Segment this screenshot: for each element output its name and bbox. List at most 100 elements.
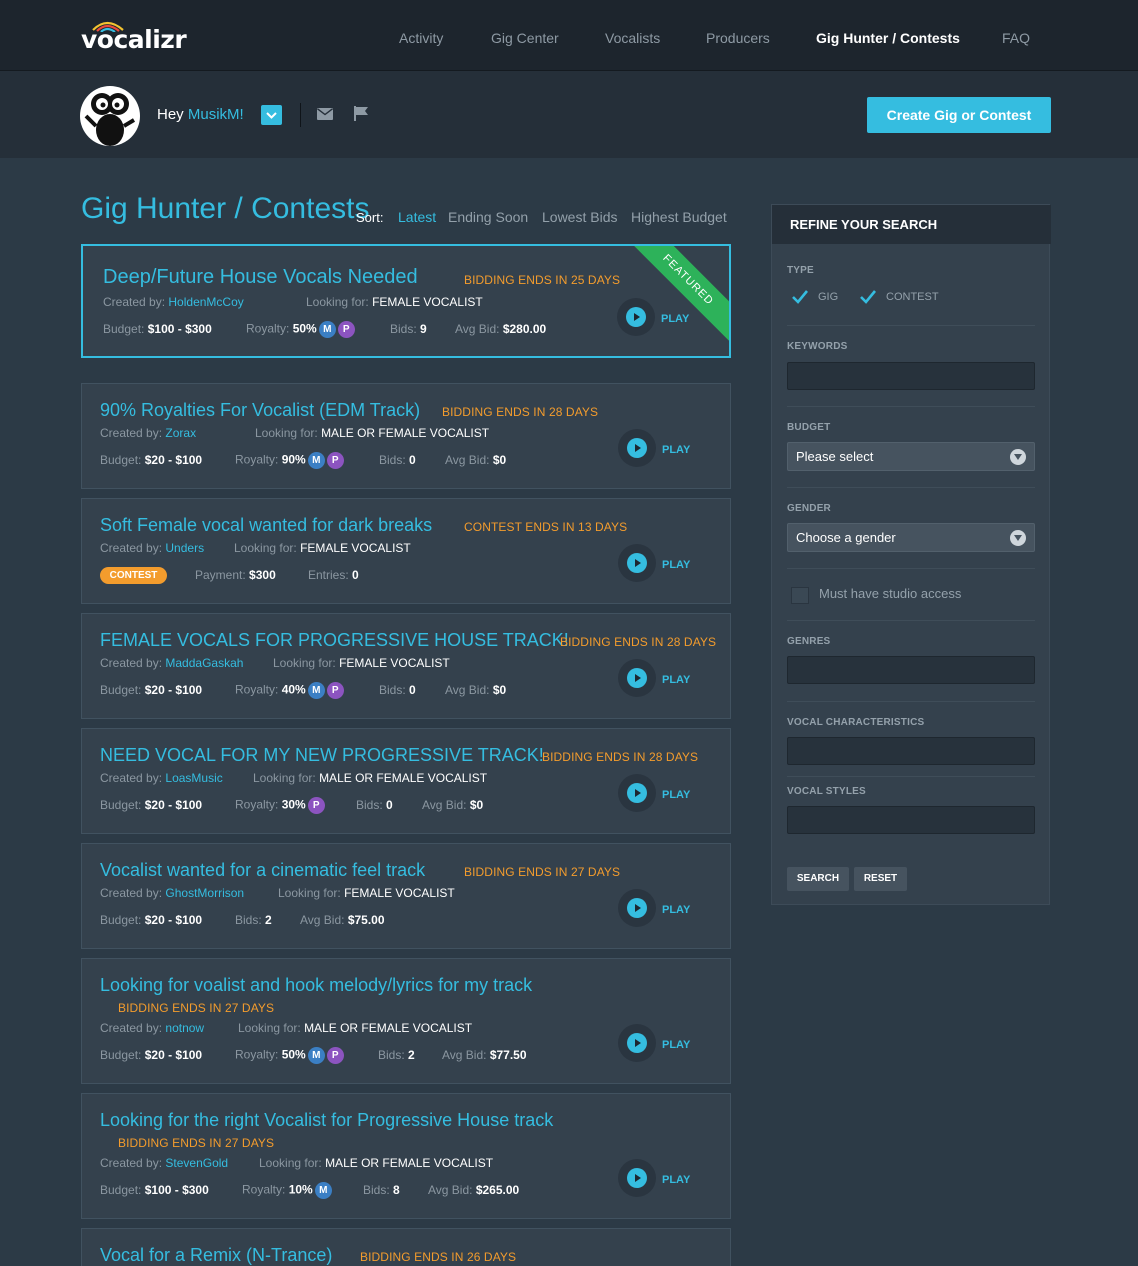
nav-vocalists[interactable]: Vocalists <box>605 30 660 46</box>
play-label[interactable]: PLAY <box>662 1174 690 1186</box>
play-button[interactable] <box>618 889 656 927</box>
page-title: Gig Hunter / Contests <box>81 192 370 225</box>
budget-label: Budget: <box>100 798 142 812</box>
budget-select[interactable]: Please select <box>787 442 1035 471</box>
nav-gig-center[interactable]: Gig Center <box>491 30 559 46</box>
creator-link[interactable]: StevenGold <box>165 1156 228 1170</box>
gig-title[interactable]: NEED VOCAL FOR MY NEW PROGRESSIVE TRACK! <box>100 745 544 766</box>
gig-card[interactable]: Vocal for a Remix (N-Trance) BIDDING END… <box>81 1228 731 1266</box>
create-gig-button[interactable]: Create Gig or Contest <box>867 97 1051 133</box>
mail-icon[interactable] <box>317 108 333 120</box>
nav-producers[interactable]: Producers <box>706 30 770 46</box>
nav-activity[interactable]: Activity <box>399 30 443 46</box>
vocal-characteristics-input[interactable] <box>787 737 1035 765</box>
budget: Budget: $20 - $100 <box>100 913 202 927</box>
gig-title[interactable]: FEMALE VOCALS FOR PROGRESSIVE HOUSE TRAC… <box>100 630 569 651</box>
creator-link[interactable]: notnow <box>165 1021 204 1035</box>
gig-card[interactable]: Looking for voalist and hook melody/lyri… <box>81 958 731 1084</box>
play-label[interactable]: PLAY <box>661 313 689 325</box>
gig-title[interactable]: Looking for the right Vocalist for Progr… <box>100 1110 553 1131</box>
gig-card[interactable]: Looking for the right Vocalist for Progr… <box>81 1093 731 1219</box>
gig-title[interactable]: Deep/Future House Vocals Needed <box>103 266 418 289</box>
budget-value: $100 - $300 <box>147 322 212 336</box>
creator-link[interactable]: MaddaGaskah <box>165 656 243 670</box>
sort-lowest-bids[interactable]: Lowest Bids <box>542 209 617 225</box>
vocalizr-logo[interactable]: vocalizr <box>81 18 191 54</box>
play-label[interactable]: PLAY <box>662 444 690 456</box>
creator-link[interactable]: Unders <box>165 541 204 555</box>
nav-faq[interactable]: FAQ <box>1002 30 1030 46</box>
gig-title[interactable]: Looking for voalist and hook melody/lyri… <box>100 975 532 996</box>
looking-for-value: FEMALE VOCALIST <box>339 656 450 670</box>
creator-link[interactable]: LoasMusic <box>165 771 222 785</box>
play-label[interactable]: PLAY <box>662 559 690 571</box>
publishing-badge: P <box>326 1047 344 1064</box>
play-label[interactable]: PLAY <box>662 789 690 801</box>
budget-value: $20 - $100 <box>144 683 203 697</box>
creator-link[interactable]: HoldenMcCoy <box>168 295 243 309</box>
play-label[interactable]: PLAY <box>662 1039 690 1051</box>
gig-title[interactable]: Vocalist wanted for a cinematic feel tra… <box>100 860 425 881</box>
created-by-label: Created by: <box>100 771 163 785</box>
username-link[interactable]: MusikM! <box>188 106 244 123</box>
avg-bid-label: Avg Bid: <box>445 683 490 697</box>
royalty: Royalty: 50% M P <box>235 1047 344 1064</box>
avg-bid: Avg Bid: $0 <box>445 453 506 467</box>
play-button[interactable] <box>618 429 656 467</box>
gig-card[interactable]: Vocalist wanted for a cinematic feel tra… <box>81 843 731 949</box>
play-button[interactable] <box>618 774 656 812</box>
keywords-input[interactable] <box>787 362 1035 390</box>
play-button[interactable] <box>618 1024 656 1062</box>
gig-title[interactable]: 90% Royalties For Vocalist (EDM Track) <box>100 400 420 421</box>
contest-card[interactable]: Soft Female vocal wanted for dark breaks… <box>81 498 731 604</box>
genres-input[interactable] <box>787 656 1035 684</box>
avg-bid-value: $0 <box>492 683 507 697</box>
payment-value: $300 <box>249 568 276 582</box>
play-label[interactable]: PLAY <box>662 904 690 916</box>
bids-value: 2 <box>265 913 272 927</box>
looking-for-label: Looking for: <box>306 295 369 309</box>
user-dropdown-button[interactable] <box>261 105 282 125</box>
sort-latest[interactable]: Latest <box>398 209 436 225</box>
sort-highest-budget[interactable]: Highest Budget <box>631 209 727 225</box>
created-by: Created by: Unders <box>100 541 204 555</box>
gig-card[interactable]: 90% Royalties For Vocalist (EDM Track) B… <box>81 383 731 489</box>
entries: Entries: 0 <box>308 568 359 582</box>
reset-button[interactable]: RESET <box>854 867 907 891</box>
creator-link[interactable]: Zorax <box>165 426 196 440</box>
sort-ending-soon[interactable]: Ending Soon <box>448 209 528 225</box>
gig-deadline: BIDDING ENDS IN 28 DAYS <box>542 750 699 764</box>
divider <box>787 620 1035 621</box>
play-icon <box>627 438 647 458</box>
play-button[interactable] <box>618 1159 656 1197</box>
creator-link[interactable]: GhostMorrison <box>165 886 244 900</box>
play-label[interactable]: PLAY <box>662 674 690 686</box>
greeting: Hey MusikM! <box>157 106 244 123</box>
looking-for-value: MALE OR FEMALE VOCALIST <box>321 426 490 440</box>
search-button[interactable]: SEARCH <box>787 867 849 891</box>
play-button[interactable] <box>618 659 656 697</box>
nav-gig-hunter[interactable]: Gig Hunter / Contests <box>816 30 960 46</box>
avatar[interactable] <box>80 86 140 146</box>
gender-select-value: Choose a gender <box>796 530 896 545</box>
avg-bid-value: $280.00 <box>502 322 547 336</box>
looking-for-label: Looking for: <box>255 426 318 440</box>
entries-label: Entries: <box>308 568 349 582</box>
gig-card-featured[interactable]: FEATURED Deep/Future House Vocals Needed… <box>81 244 731 358</box>
vocal-styles-input[interactable] <box>787 806 1035 834</box>
play-button[interactable] <box>618 544 656 582</box>
bids-label: Bids: <box>356 798 383 812</box>
bids-value: 2 <box>408 1048 415 1062</box>
gig-title[interactable]: Soft Female vocal wanted for dark breaks <box>100 515 432 536</box>
divider <box>787 406 1035 407</box>
gender-select[interactable]: Choose a gender <box>787 523 1035 552</box>
looking-for-value: MALE OR FEMALE VOCALIST <box>325 1156 494 1170</box>
studio-access-checkbox[interactable] <box>791 587 809 604</box>
greeting-text: Hey <box>157 106 184 123</box>
flag-icon[interactable] <box>354 106 369 121</box>
gig-card[interactable]: FEMALE VOCALS FOR PROGRESSIVE HOUSE TRAC… <box>81 613 731 719</box>
gig-title[interactable]: Vocal for a Remix (N-Trance) <box>100 1245 332 1266</box>
avg-bid-label: Avg Bid: <box>428 1183 473 1197</box>
play-button[interactable] <box>617 298 655 336</box>
gig-card[interactable]: NEED VOCAL FOR MY NEW PROGRESSIVE TRACK!… <box>81 728 731 834</box>
